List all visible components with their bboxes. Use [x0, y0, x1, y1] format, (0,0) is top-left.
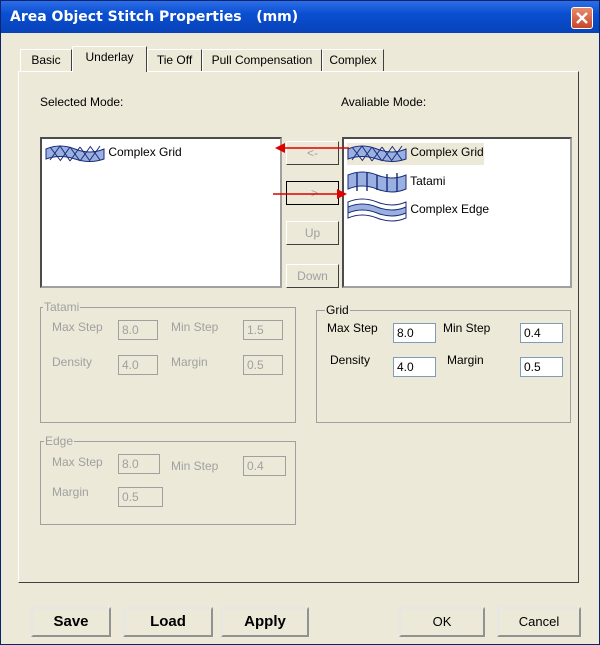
grid-margin-input[interactable]: 0.5: [520, 357, 563, 377]
tatami-margin-input[interactable]: 0.5: [243, 355, 283, 375]
cancel-button[interactable]: Cancel: [497, 607, 581, 637]
edge-min-step-label: Min Step: [171, 459, 219, 473]
grid-density-input[interactable]: 4.0: [393, 357, 436, 377]
grid-min-step-label: Min Step: [443, 321, 491, 335]
grid-group-title: Grid: [325, 303, 350, 317]
grid-max-step-label: Max Step: [327, 321, 378, 335]
tab-basic[interactable]: Basic: [20, 49, 72, 71]
edge-max-step-input[interactable]: 8.0: [118, 454, 160, 474]
load-button[interactable]: Load: [123, 607, 213, 637]
save-button[interactable]: Save: [31, 607, 111, 637]
tatami-group-title: Tatami: [43, 300, 81, 314]
window-title: Area Object Stitch Properties (mm): [10, 9, 299, 25]
tatami-margin-label: Margin: [171, 355, 208, 369]
complex-grid-icon: [45, 145, 105, 162]
edge-group-title: Edge: [44, 434, 75, 448]
edge-group: [40, 441, 296, 525]
tab-underlay[interactable]: Underlay: [72, 46, 147, 72]
list-item-label: Complex Grid: [410, 145, 484, 160]
tatami-min-step-label: Min Step: [171, 320, 219, 334]
list-item-label: Complex Edge: [410, 202, 490, 217]
available-mode-list[interactable]: Complex Grid Tatami Complex Edge: [342, 137, 572, 288]
tab-pull-compensation[interactable]: Pull Compensation: [202, 49, 322, 71]
stitch-properties-dialog: Area Object Stitch Properties (mm) Basic…: [0, 0, 600, 645]
edge-max-step-label: Max Step: [52, 455, 103, 469]
annotation-arrows: [273, 143, 349, 199]
tatami-icon: [347, 171, 407, 193]
tatami-density-input[interactable]: 4.0: [118, 355, 158, 375]
left-arrow-annotation: [275, 143, 349, 153]
tatami-max-step-label: Max Step: [52, 320, 103, 334]
complex-edge-icon: [347, 198, 407, 222]
list-item[interactable]: Complex Edge: [347, 198, 490, 222]
grid-min-step-input[interactable]: 0.4: [520, 323, 563, 343]
grid-margin-label: Margin: [447, 353, 484, 367]
right-arrow-annotation: [273, 189, 347, 199]
list-item[interactable]: Tatami: [347, 170, 446, 193]
available-mode-label: Avaliable Mode:: [341, 95, 427, 109]
tab-tie-off[interactable]: Tie Off: [147, 49, 202, 71]
edge-margin-input[interactable]: 0.5: [118, 487, 163, 507]
list-item[interactable]: Complex Grid: [45, 143, 182, 165]
move-up-button[interactable]: Up: [286, 221, 339, 245]
close-icon: [576, 12, 588, 24]
complex-grid-icon: [347, 145, 407, 162]
close-button[interactable]: [571, 7, 593, 29]
selected-mode-label: Selected Mode:: [40, 95, 124, 109]
list-item-label: Complex Grid: [108, 145, 182, 160]
title-bar[interactable]: Area Object Stitch Properties (mm): [1, 1, 599, 33]
grid-density-label: Density: [330, 353, 371, 367]
edge-margin-label: Margin: [52, 485, 89, 499]
apply-button[interactable]: Apply: [221, 607, 309, 637]
list-item-label: Tatami: [410, 174, 446, 189]
edge-min-step-input[interactable]: 0.4: [243, 456, 286, 476]
tab-complex[interactable]: Complex: [322, 49, 384, 71]
tatami-max-step-input[interactable]: 8.0: [118, 320, 158, 340]
list-item[interactable]: Complex Grid: [347, 143, 484, 165]
selected-mode-list[interactable]: Complex Grid: [40, 137, 282, 288]
move-down-button[interactable]: Down: [286, 264, 339, 288]
tatami-density-label: Density: [52, 355, 93, 369]
ok-button[interactable]: OK: [399, 607, 485, 637]
tatami-min-step-input[interactable]: 1.5: [243, 320, 283, 340]
grid-max-step-input[interactable]: 8.0: [393, 323, 436, 343]
